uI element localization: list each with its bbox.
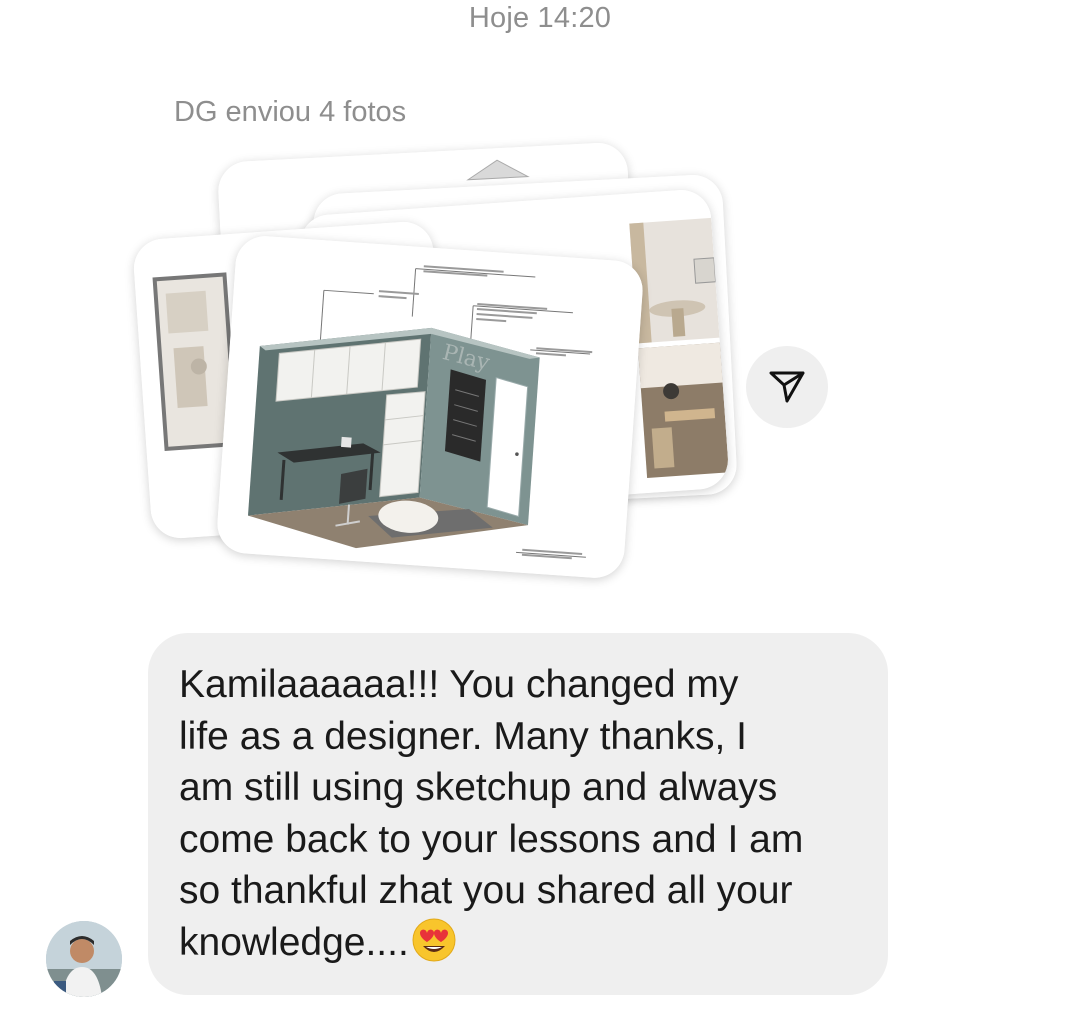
message-line: am still using sketchup and always: [179, 766, 778, 809]
message-text: Kamilaaaaaa!!! You changed my life as a …: [179, 659, 858, 968]
message-timestamp: Hoje 14:20: [468, 2, 612, 34]
message-line: knowledge....: [179, 920, 409, 964]
avatar[interactable]: [46, 921, 122, 997]
heart-eyes-emoji-icon: [412, 918, 456, 961]
share-button[interactable]: [746, 346, 828, 428]
isometric-room-sketch: Play: [215, 234, 645, 580]
message-bubble[interactable]: Kamilaaaaaa!!! You changed my life as a …: [148, 633, 888, 995]
photos-sent-note: DG enviou 4 fotos: [174, 96, 407, 128]
message-line: Kamilaaaaaa!!! You changed my: [179, 663, 739, 706]
paper-plane-icon: [767, 365, 807, 410]
isometric-sketch-card[interactable]: Play: [215, 234, 645, 580]
message-line: so thankful zhat you shared all your: [179, 869, 793, 912]
message-line: life as a designer. Many thanks, I: [179, 714, 747, 758]
message-line: come back to your lessons and I am: [179, 817, 804, 861]
photo-stack[interactable]: Play: [120, 140, 760, 590]
